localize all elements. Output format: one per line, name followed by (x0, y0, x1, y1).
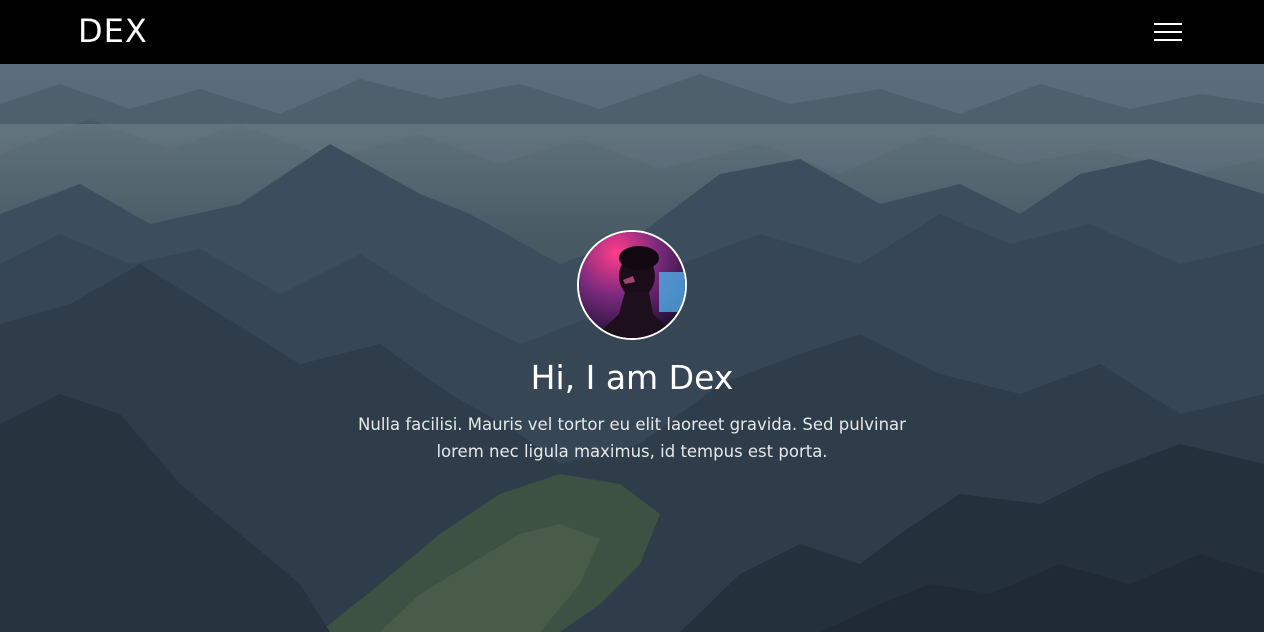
brand-logo[interactable]: DEX (78, 12, 148, 50)
menu-bar (1154, 31, 1182, 33)
profile-photo (579, 232, 685, 338)
hamburger-menu-button[interactable] (1150, 18, 1186, 46)
page: DEX Hi, I am Dex Nulla facilisi. Mauris … (0, 0, 1266, 632)
hero-section: Hi, I am Dex Nulla facilisi. Mauris vel … (0, 64, 1264, 632)
profile-avatar (577, 230, 687, 340)
hero-description: Nulla facilisi. Mauris vel tortor eu eli… (358, 415, 906, 461)
menu-bar (1154, 23, 1182, 25)
hero-overlay (0, 64, 1264, 632)
navbar: DEX (0, 0, 1264, 64)
menu-bar (1154, 39, 1182, 41)
hero-title: Hi, I am Dex (530, 358, 734, 397)
hamburger-menu-icon (1154, 23, 1182, 41)
